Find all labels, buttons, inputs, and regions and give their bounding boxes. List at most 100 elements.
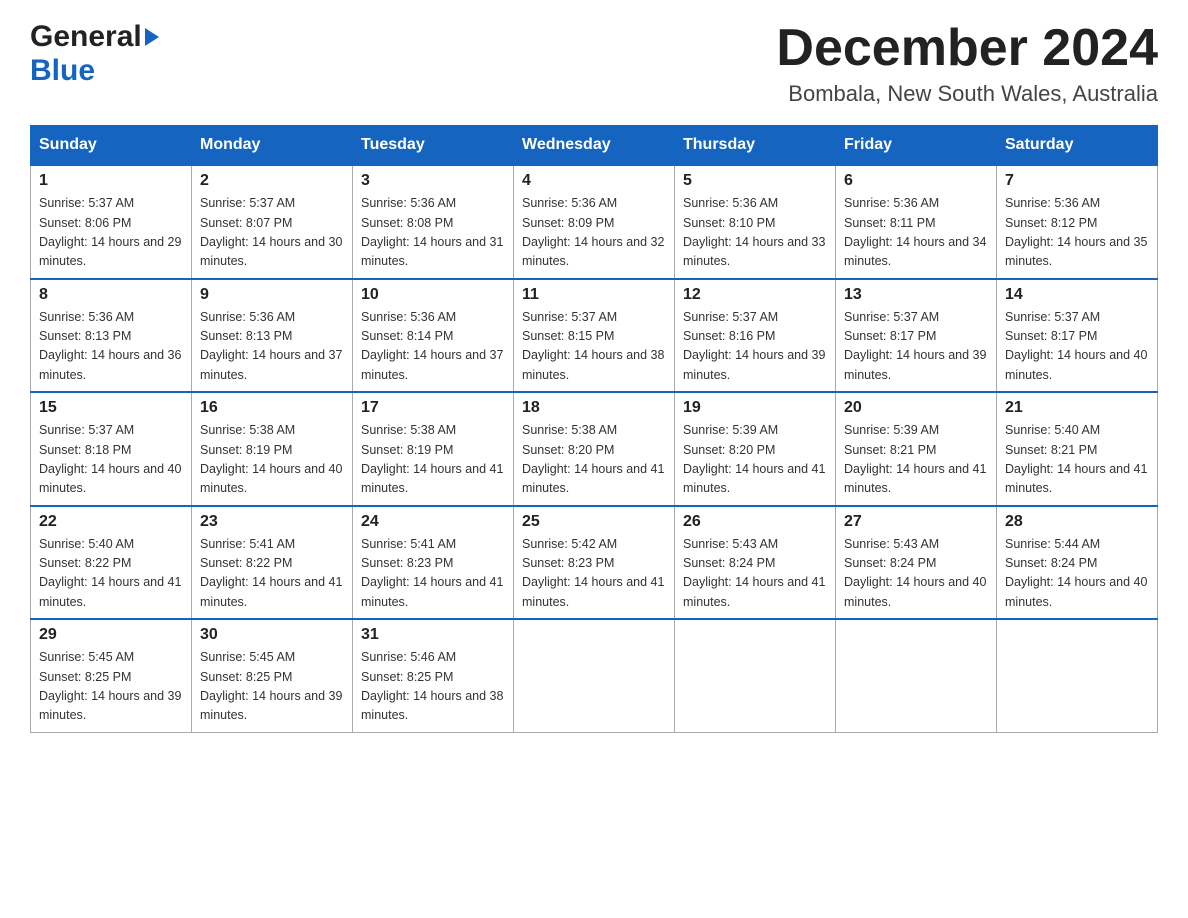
day-number: 25 — [522, 513, 666, 531]
calendar-cell: 26 Sunrise: 5:43 AMSunset: 8:24 PMDayligh… — [675, 506, 836, 620]
day-info: Sunrise: 5:38 AMSunset: 8:19 PMDaylight:… — [200, 421, 344, 499]
calendar-cell: 7 Sunrise: 5:36 AMSunset: 8:12 PMDaylight… — [997, 165, 1158, 279]
weekday-header-thursday: Thursday — [675, 126, 836, 166]
calendar-cell: 28 Sunrise: 5:44 AMSunset: 8:24 PMDayligh… — [997, 506, 1158, 620]
day-number: 7 — [1005, 172, 1149, 190]
day-number: 3 — [361, 172, 505, 190]
weekday-header-wednesday: Wednesday — [514, 126, 675, 166]
day-info: Sunrise: 5:36 AMSunset: 8:13 PMDaylight:… — [39, 308, 183, 386]
day-number: 5 — [683, 172, 827, 190]
calendar-body: 1 Sunrise: 5:37 AMSunset: 8:06 PMDaylight… — [31, 165, 1158, 732]
calendar-cell: 31Sunrise: 5:46 AMSunset: 8:25 PMDayligh… — [353, 619, 514, 732]
calendar-cell: 1 Sunrise: 5:37 AMSunset: 8:06 PMDaylight… — [31, 165, 192, 279]
calendar-cell: 13Sunrise: 5:37 AMSunset: 8:17 PMDayligh… — [836, 279, 997, 393]
day-info: Sunrise: 5:36 AMSunset: 8:10 PMDaylight:… — [683, 194, 827, 272]
calendar-cell — [836, 619, 997, 732]
day-number: 26 — [683, 513, 827, 531]
weekday-header-monday: Monday — [192, 126, 353, 166]
day-info: Sunrise: 5:44 AMSunset: 8:24 PMDaylight:… — [1005, 535, 1149, 613]
day-number: 8 — [39, 286, 183, 304]
calendar-cell: 25 Sunrise: 5:42 AMSunset: 8:23 PMDayligh… — [514, 506, 675, 620]
day-number: 23 — [200, 513, 344, 531]
logo-general-text: General — [30, 20, 142, 54]
day-number: 11 — [522, 286, 666, 304]
weekday-header-row: SundayMondayTuesdayWednesdayThursdayFrid… — [31, 126, 1158, 166]
calendar-cell: 5 Sunrise: 5:36 AMSunset: 8:10 PMDaylight… — [675, 165, 836, 279]
page-title: December 2024 — [776, 20, 1158, 77]
day-info: Sunrise: 5:36 AMSunset: 8:12 PMDaylight:… — [1005, 194, 1149, 272]
calendar-cell: 18 Sunrise: 5:38 AMSunset: 8:20 PMDayligh… — [514, 392, 675, 506]
calendar-cell: 9 Sunrise: 5:36 AMSunset: 8:13 PMDaylight… — [192, 279, 353, 393]
day-info: Sunrise: 5:36 AMSunset: 8:13 PMDaylight:… — [200, 308, 344, 386]
day-info: Sunrise: 5:39 AMSunset: 8:20 PMDaylight:… — [683, 421, 827, 499]
day-number: 29 — [39, 626, 183, 644]
calendar-week-5: 29 Sunrise: 5:45 AMSunset: 8:25 PMDayligh… — [31, 619, 1158, 732]
page-header: General Blue December 2024 Bombala, New … — [30, 20, 1158, 107]
day-number: 15 — [39, 399, 183, 417]
day-info: Sunrise: 5:37 AMSunset: 8:17 PMDaylight:… — [1005, 308, 1149, 386]
calendar-cell: 30 Sunrise: 5:45 AMSunset: 8:25 PMDayligh… — [192, 619, 353, 732]
calendar-week-1: 1 Sunrise: 5:37 AMSunset: 8:06 PMDaylight… — [31, 165, 1158, 279]
day-number: 18 — [522, 399, 666, 417]
day-info: Sunrise: 5:46 AMSunset: 8:25 PMDaylight:… — [361, 648, 505, 726]
calendar-cell: 16Sunrise: 5:38 AMSunset: 8:19 PMDayligh… — [192, 392, 353, 506]
logo-triangle-icon — [145, 28, 159, 46]
day-info: Sunrise: 5:37 AMSunset: 8:07 PMDaylight:… — [200, 194, 344, 272]
day-info: Sunrise: 5:37 AMSunset: 8:16 PMDaylight:… — [683, 308, 827, 386]
calendar-cell: 15Sunrise: 5:37 AMSunset: 8:18 PMDayligh… — [31, 392, 192, 506]
calendar-cell: 14 Sunrise: 5:37 AMSunset: 8:17 PMDayligh… — [997, 279, 1158, 393]
day-number: 28 — [1005, 513, 1149, 531]
calendar-cell: 24Sunrise: 5:41 AMSunset: 8:23 PMDayligh… — [353, 506, 514, 620]
title-section: December 2024 Bombala, New South Wales, … — [776, 20, 1158, 107]
day-info: Sunrise: 5:45 AMSunset: 8:25 PMDaylight:… — [200, 648, 344, 726]
calendar-cell: 23 Sunrise: 5:41 AMSunset: 8:22 PMDayligh… — [192, 506, 353, 620]
calendar-cell: 27Sunrise: 5:43 AMSunset: 8:24 PMDayligh… — [836, 506, 997, 620]
day-info: Sunrise: 5:38 AMSunset: 8:20 PMDaylight:… — [522, 421, 666, 499]
calendar-cell: 3 Sunrise: 5:36 AMSunset: 8:08 PMDaylight… — [353, 165, 514, 279]
weekday-header-sunday: Sunday — [31, 126, 192, 166]
day-number: 12 — [683, 286, 827, 304]
calendar-cell: 17Sunrise: 5:38 AMSunset: 8:19 PMDayligh… — [353, 392, 514, 506]
day-info: Sunrise: 5:37 AMSunset: 8:17 PMDaylight:… — [844, 308, 988, 386]
calendar-header: SundayMondayTuesdayWednesdayThursdayFrid… — [31, 126, 1158, 166]
calendar-cell: 29 Sunrise: 5:45 AMSunset: 8:25 PMDayligh… — [31, 619, 192, 732]
day-info: Sunrise: 5:40 AMSunset: 8:21 PMDaylight:… — [1005, 421, 1149, 499]
calendar-cell — [514, 619, 675, 732]
day-info: Sunrise: 5:36 AMSunset: 8:11 PMDaylight:… — [844, 194, 988, 272]
day-info: Sunrise: 5:42 AMSunset: 8:23 PMDaylight:… — [522, 535, 666, 613]
calendar-week-2: 8 Sunrise: 5:36 AMSunset: 8:13 PMDaylight… — [31, 279, 1158, 393]
day-info: Sunrise: 5:43 AMSunset: 8:24 PMDaylight:… — [683, 535, 827, 613]
day-info: Sunrise: 5:39 AMSunset: 8:21 PMDaylight:… — [844, 421, 988, 499]
calendar-cell: 20Sunrise: 5:39 AMSunset: 8:21 PMDayligh… — [836, 392, 997, 506]
calendar-cell: 10 Sunrise: 5:36 AMSunset: 8:14 PMDayligh… — [353, 279, 514, 393]
day-info: Sunrise: 5:43 AMSunset: 8:24 PMDaylight:… — [844, 535, 988, 613]
day-number: 14 — [1005, 286, 1149, 304]
day-info: Sunrise: 5:45 AMSunset: 8:25 PMDaylight:… — [39, 648, 183, 726]
day-info: Sunrise: 5:37 AMSunset: 8:06 PMDaylight:… — [39, 194, 183, 272]
calendar-cell: 2Sunrise: 5:37 AMSunset: 8:07 PMDaylight… — [192, 165, 353, 279]
weekday-header-tuesday: Tuesday — [353, 126, 514, 166]
day-number: 4 — [522, 172, 666, 190]
day-number: 9 — [200, 286, 344, 304]
day-number: 10 — [361, 286, 505, 304]
day-info: Sunrise: 5:40 AMSunset: 8:22 PMDaylight:… — [39, 535, 183, 613]
day-info: Sunrise: 5:41 AMSunset: 8:23 PMDaylight:… — [361, 535, 505, 613]
calendar-cell: 6 Sunrise: 5:36 AMSunset: 8:11 PMDaylight… — [836, 165, 997, 279]
weekday-header-friday: Friday — [836, 126, 997, 166]
day-info: Sunrise: 5:38 AMSunset: 8:19 PMDaylight:… — [361, 421, 505, 499]
calendar-cell: 19 Sunrise: 5:39 AMSunset: 8:20 PMDayligh… — [675, 392, 836, 506]
day-number: 1 — [39, 172, 183, 190]
day-info: Sunrise: 5:36 AMSunset: 8:09 PMDaylight:… — [522, 194, 666, 272]
day-number: 21 — [1005, 399, 1149, 417]
calendar-week-4: 22 Sunrise: 5:40 AMSunset: 8:22 PMDayligh… — [31, 506, 1158, 620]
day-info: Sunrise: 5:36 AMSunset: 8:14 PMDaylight:… — [361, 308, 505, 386]
day-number: 19 — [683, 399, 827, 417]
logo: General Blue — [30, 20, 159, 88]
day-number: 22 — [39, 513, 183, 531]
day-info: Sunrise: 5:36 AMSunset: 8:08 PMDaylight:… — [361, 194, 505, 272]
calendar-table: SundayMondayTuesdayWednesdayThursdayFrid… — [30, 125, 1158, 733]
calendar-cell: 12 Sunrise: 5:37 AMSunset: 8:16 PMDayligh… — [675, 279, 836, 393]
day-number: 6 — [844, 172, 988, 190]
day-number: 30 — [200, 626, 344, 644]
day-info: Sunrise: 5:41 AMSunset: 8:22 PMDaylight:… — [200, 535, 344, 613]
